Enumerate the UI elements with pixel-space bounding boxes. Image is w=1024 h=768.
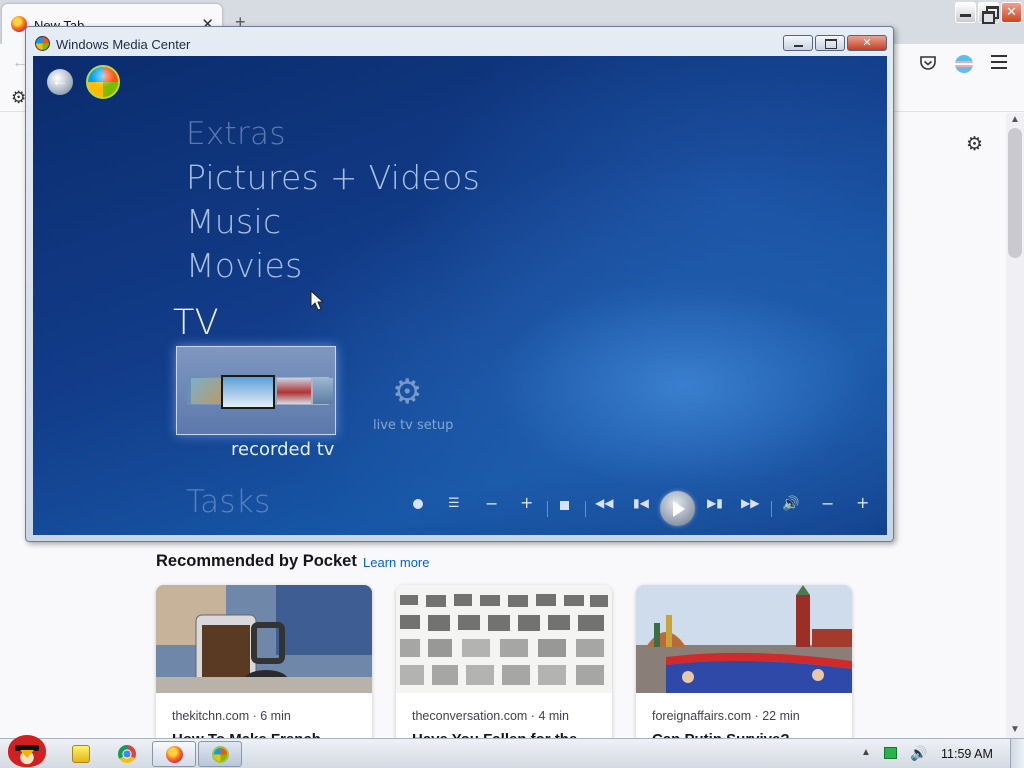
pencil-texture-swatches-image <box>396 585 612 693</box>
file-explorer-icon[interactable] <box>72 745 90 763</box>
show-desktop-button[interactable] <box>1010 739 1024 768</box>
pocket-card-conversation[interactable]: theconversation.com · 4 min Have You Fal… <box>396 585 612 745</box>
menu-tv[interactable]: TV <box>173 303 219 343</box>
browser-window-controls <box>955 2 1022 24</box>
browser-close-button[interactable] <box>1001 2 1022 23</box>
media-center-start-screen: Extras Pictures + Videos Music Movies TV… <box>33 56 887 535</box>
menu-music[interactable]: Music <box>186 202 281 241</box>
fast-forward-button[interactable]: ▶▶ <box>741 496 759 510</box>
firefox-icon <box>166 746 183 763</box>
pocket-heading: Recommended by Pocket <box>156 552 357 570</box>
pocket-icon[interactable] <box>919 55 937 71</box>
card-source: foreignaffairs.com · 22 min <box>652 709 800 723</box>
skip-forward-button[interactable]: ▶▮ <box>707 496 723 510</box>
french-press-image <box>156 585 372 693</box>
media-center-window: Windows Media Center Extras Pictures + V… <box>25 26 894 542</box>
pocket-card-kitchn[interactable]: thekitchn.com · 6 min How To Make French <box>156 585 372 745</box>
volume-down-button[interactable]: − <box>821 494 834 513</box>
taskbar-firefox-button[interactable] <box>152 741 196 767</box>
live-tv-setup-gear-icon[interactable]: ⚙ <box>392 372 422 412</box>
recording-thumbnail-selected <box>221 375 275 409</box>
scroll-up-arrow-icon[interactable]: ▲ <box>1010 114 1020 125</box>
bird-beak <box>20 750 34 758</box>
menu-pictures-videos[interactable]: Pictures + Videos <box>186 158 480 197</box>
card-source: theconversation.com · 4 min <box>412 709 570 723</box>
pocket-learn-more-link[interactable]: Learn more <box>363 555 429 570</box>
volume-icon[interactable]: 🔊 <box>910 745 927 762</box>
recorded-tv-label: recorded tv <box>231 439 335 460</box>
media-center-icon <box>212 746 229 763</box>
taskbar-media-center-button[interactable] <box>198 741 242 767</box>
recording-thumbnail <box>191 378 221 404</box>
taskbar: ▲ 🔊 11:59 AM <box>0 735 1024 768</box>
maximize-button[interactable] <box>815 35 845 51</box>
scrollbar-thumb[interactable] <box>1008 128 1022 258</box>
minimize-button[interactable] <box>783 35 813 51</box>
window-controls <box>783 35 887 51</box>
gear-icon[interactable]: ⚙ <box>11 88 26 108</box>
browser-minimize-button[interactable] <box>955 2 976 23</box>
account-avatar-icon[interactable] <box>955 55 973 73</box>
start-button-angry-bird-icon[interactable] <box>2 733 50 768</box>
red-square-rally-image <box>636 585 852 693</box>
show-hidden-icons-arrow-icon[interactable]: ▲ <box>861 747 871 758</box>
mute-speaker-icon[interactable]: 🔊 <box>782 496 799 512</box>
chrome-icon[interactable] <box>118 745 136 763</box>
menu-tasks[interactable]: Tasks <box>186 484 271 520</box>
record-button[interactable] <box>413 499 423 509</box>
browser-restore-button[interactable] <box>978 2 999 24</box>
back-arrow-icon[interactable] <box>47 69 73 95</box>
windows-start-orb-icon[interactable] <box>86 65 120 99</box>
network-icon[interactable] <box>884 747 897 759</box>
media-center-app-icon <box>35 36 50 51</box>
rewind-button[interactable]: ◀◀ <box>595 496 613 510</box>
newtab-settings-gear-icon[interactable]: ⚙ <box>966 133 983 156</box>
volume-up-button[interactable]: + <box>856 493 869 512</box>
channel-down-button[interactable]: − <box>485 494 498 513</box>
channel-up-button[interactable]: + <box>520 493 533 512</box>
recorded-tv-tile[interactable] <box>176 346 336 435</box>
recording-thumbnail <box>313 378 333 404</box>
transport-separator <box>771 501 772 517</box>
play-button[interactable] <box>660 491 695 526</box>
stop-button[interactable] <box>560 501 569 510</box>
recording-thumbnail <box>277 378 311 404</box>
mouse-pointer-icon <box>310 290 325 311</box>
pocket-card-foreignaffairs[interactable]: foreignaffairs.com · 22 min Can Putin Su… <box>636 585 852 745</box>
window-title: Windows Media Center <box>56 37 191 52</box>
close-button[interactable] <box>847 35 887 51</box>
menu-extras[interactable]: Extras <box>186 116 286 152</box>
card-source: thekitchn.com · 6 min <box>172 709 291 723</box>
transport-separator <box>585 501 586 517</box>
menu-movies[interactable]: Movies <box>186 246 303 285</box>
guide-button[interactable]: ☰ <box>448 496 460 511</box>
transport-separator <box>547 501 548 517</box>
scroll-down-arrow-icon[interactable]: ▼ <box>1010 724 1020 735</box>
clock[interactable]: 11:59 AM <box>941 747 993 761</box>
hamburger-menu-icon[interactable] <box>991 55 1007 69</box>
live-tv-setup-label[interactable]: live tv setup <box>373 418 453 433</box>
skip-back-button[interactable]: ▮◀ <box>633 496 649 510</box>
